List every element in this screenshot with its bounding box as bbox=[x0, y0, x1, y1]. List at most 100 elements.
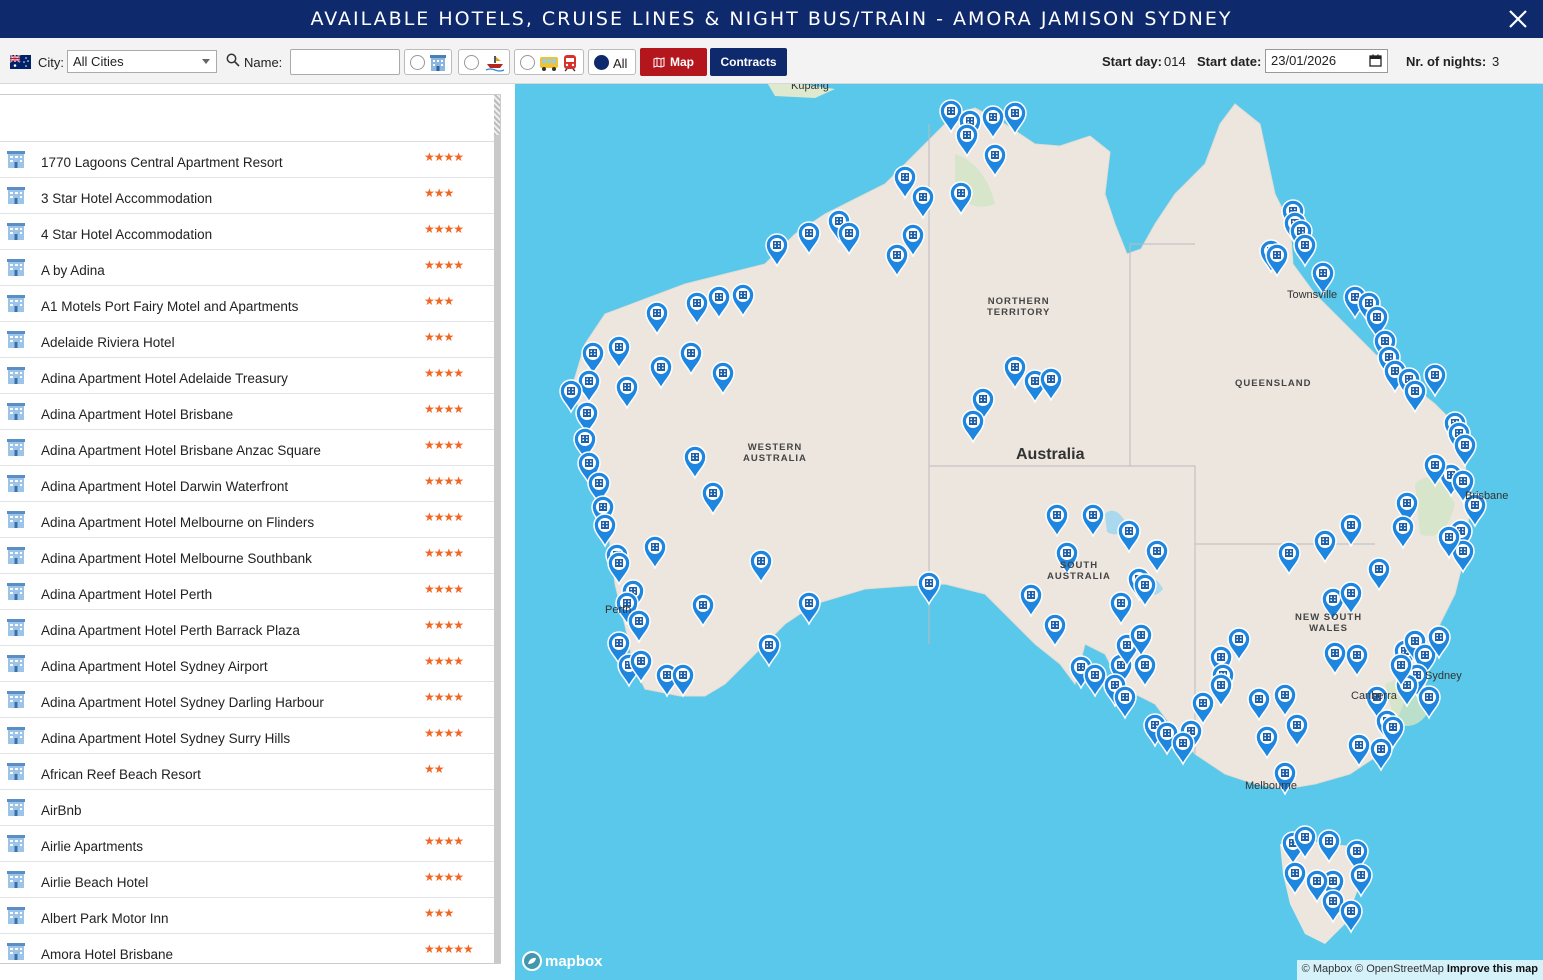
hotel-row[interactable]: 1770 Lagoons Central Apartment Resort ★★★… bbox=[0, 142, 495, 178]
hotel-map[interactable]: NORTHERN TERRITORY WESTERN AUSTRALIA QUE… bbox=[515, 84, 1543, 980]
contracts-button[interactable]: Contracts bbox=[710, 48, 787, 76]
hotel-pin-marker[interactable] bbox=[1367, 557, 1391, 592]
hotel-row[interactable]: A by Adina ★★★★ bbox=[0, 250, 495, 286]
hotel-pin-marker[interactable] bbox=[593, 513, 617, 548]
hotel-pin-marker[interactable] bbox=[797, 221, 821, 256]
list-scrollbar-grip[interactable] bbox=[494, 95, 500, 135]
hotel-pin-marker[interactable] bbox=[645, 301, 669, 336]
filter-bus-train-radio[interactable] bbox=[520, 55, 535, 70]
hotel-pin-marker[interactable] bbox=[1171, 731, 1195, 766]
hotel-pin-marker[interactable] bbox=[757, 633, 781, 668]
hotel-pin-marker[interactable] bbox=[731, 283, 755, 318]
hotel-pin-marker[interactable] bbox=[691, 593, 715, 628]
hotel-pin-marker[interactable] bbox=[1273, 683, 1297, 718]
hotel-pin-marker[interactable] bbox=[581, 341, 605, 376]
attribution-mapbox-link[interactable]: © Mapbox bbox=[1302, 963, 1352, 975]
hotel-pin-marker[interactable] bbox=[1283, 861, 1307, 896]
improve-map-link[interactable]: Improve this map bbox=[1447, 963, 1538, 975]
list-scrollbar[interactable] bbox=[494, 95, 500, 963]
hotel-pin-marker[interactable] bbox=[949, 181, 973, 216]
name-input[interactable] bbox=[290, 49, 400, 75]
hotel-pin-marker[interactable] bbox=[1081, 503, 1105, 538]
hotel-pin-marker[interactable] bbox=[1339, 899, 1363, 934]
hotel-row[interactable]: Adina Apartment Hotel Brisbane ★★★★ bbox=[0, 394, 495, 430]
hotel-row[interactable]: Amora Hotel Brisbane ★★★★★ bbox=[0, 934, 495, 963]
hotel-pin-marker[interactable] bbox=[671, 663, 695, 698]
hotel-row[interactable]: Adina Apartment Hotel Darwin Waterfront ★… bbox=[0, 466, 495, 502]
hotel-row[interactable]: Airlie Apartments ★★★★ bbox=[0, 826, 495, 862]
hotel-pin-marker[interactable] bbox=[1339, 581, 1363, 616]
hotel-pin-marker[interactable] bbox=[1265, 243, 1289, 278]
close-icon[interactable] bbox=[1505, 6, 1531, 32]
hotel-row[interactable]: Adelaide Riviera Hotel ★★★ bbox=[0, 322, 495, 358]
hotel-row[interactable]: A1 Motels Port Fairy Motel and Apartment… bbox=[0, 286, 495, 322]
calendar-icon[interactable] bbox=[1369, 54, 1382, 67]
hotel-row[interactable]: Adina Apartment Hotel Sydney Surry Hills… bbox=[0, 718, 495, 754]
hotel-pin-marker[interactable] bbox=[1039, 367, 1063, 402]
hotel-pin-marker[interactable] bbox=[607, 335, 631, 370]
hotel-row[interactable]: Adina Apartment Hotel Melbourne Southban… bbox=[0, 538, 495, 574]
hotel-pin-marker[interactable] bbox=[707, 285, 731, 320]
hotel-pin-marker[interactable] bbox=[955, 123, 979, 158]
hotel-pin-marker[interactable] bbox=[1453, 433, 1477, 468]
hotel-pin-marker[interactable] bbox=[685, 291, 709, 326]
hotel-pin-marker[interactable] bbox=[1191, 691, 1215, 726]
hotel-row[interactable]: Adina Apartment Hotel Brisbane Anzac Squ… bbox=[0, 430, 495, 466]
filter-cruise[interactable] bbox=[458, 49, 510, 75]
hotel-row[interactable]: Adina Apartment Hotel Adelaide Treasury ★… bbox=[0, 358, 495, 394]
hotel-pin-marker[interactable] bbox=[1285, 713, 1309, 748]
hotel-row[interactable]: Adina Apartment Hotel Sydney Airport ★★★★ bbox=[0, 646, 495, 682]
hotel-pin-marker[interactable] bbox=[1113, 685, 1137, 720]
hotel-pin-marker[interactable] bbox=[765, 233, 789, 268]
hotel-pin-marker[interactable] bbox=[1277, 541, 1301, 576]
hotel-row[interactable]: Adina Apartment Hotel Perth Barrack Plaz… bbox=[0, 610, 495, 646]
filter-cruise-radio[interactable] bbox=[464, 55, 479, 70]
hotel-pin-marker[interactable] bbox=[885, 243, 909, 278]
hotel-pin-marker[interactable] bbox=[627, 609, 651, 644]
hotel-row[interactable]: 4 Star Hotel Accommodation ★★★★ bbox=[0, 214, 495, 250]
hotel-pin-marker[interactable] bbox=[1293, 233, 1317, 268]
hotel-pin-marker[interactable] bbox=[837, 221, 861, 256]
hotel-pin-marker[interactable] bbox=[607, 551, 631, 586]
filter-all-radio[interactable] bbox=[594, 55, 609, 70]
hotel-pin-marker[interactable] bbox=[1345, 643, 1369, 678]
hotel-row[interactable]: 3 Star Hotel Accommodation ★★★ bbox=[0, 178, 495, 214]
hotel-pin-marker[interactable] bbox=[911, 185, 935, 220]
map-button[interactable]: Map bbox=[640, 48, 707, 76]
hotel-pin-marker[interactable] bbox=[1083, 663, 1107, 698]
filter-hotels-radio[interactable] bbox=[410, 55, 425, 70]
filter-all[interactable]: All bbox=[588, 49, 636, 75]
hotel-row[interactable]: Adina Apartment Hotel Sydney Darling Har… bbox=[0, 682, 495, 718]
hotel-pin-marker[interactable] bbox=[1117, 519, 1141, 554]
hotel-pin-marker[interactable] bbox=[615, 375, 639, 410]
hotel-pin-marker[interactable] bbox=[1003, 101, 1027, 136]
hotel-pin-marker[interactable] bbox=[1045, 503, 1069, 538]
hotel-row[interactable]: Airlie Beach Hotel ★★★★ bbox=[0, 862, 495, 898]
hotel-pin-marker[interactable] bbox=[1417, 685, 1441, 720]
hotel-pin-marker[interactable] bbox=[1369, 737, 1393, 772]
hotel-row[interactable]: Adina Apartment Hotel Melbourne on Flind… bbox=[0, 502, 495, 538]
hotel-pin-marker[interactable] bbox=[711, 361, 735, 396]
hotel-pin-marker[interactable] bbox=[749, 549, 773, 584]
hotel-row[interactable]: Adina Apartment Hotel Perth ★★★★ bbox=[0, 574, 495, 610]
hotel-pin-marker[interactable] bbox=[1003, 355, 1027, 390]
filter-hotels[interactable] bbox=[404, 49, 452, 75]
hotel-pin-marker[interactable] bbox=[1133, 653, 1157, 688]
hotel-pin-marker[interactable] bbox=[1133, 573, 1157, 608]
hotel-pin-marker[interactable] bbox=[1391, 515, 1415, 550]
hotel-pin-marker[interactable] bbox=[1323, 641, 1347, 676]
hotel-pin-marker[interactable] bbox=[1109, 591, 1133, 626]
hotel-row[interactable]: Albert Park Motor Inn ★★★ bbox=[0, 898, 495, 934]
hotel-pin-marker[interactable] bbox=[1423, 363, 1447, 398]
hotel-pin-marker[interactable] bbox=[1043, 613, 1067, 648]
hotel-pin-marker[interactable] bbox=[797, 591, 821, 626]
hotel-pin-marker[interactable] bbox=[1403, 379, 1427, 414]
hotel-row[interactable]: African Reef Beach Resort ★★ bbox=[0, 754, 495, 790]
start-date-input[interactable]: 23/01/2026 bbox=[1265, 49, 1388, 73]
attribution-osm-link[interactable]: © OpenStreetMap bbox=[1355, 963, 1444, 975]
hotel-pin-marker[interactable] bbox=[981, 105, 1005, 140]
hotel-pin-marker[interactable] bbox=[679, 341, 703, 376]
hotel-pin-marker[interactable] bbox=[1339, 513, 1363, 548]
city-select[interactable]: All Cities bbox=[67, 50, 217, 73]
hotel-pin-marker[interactable] bbox=[1019, 583, 1043, 618]
